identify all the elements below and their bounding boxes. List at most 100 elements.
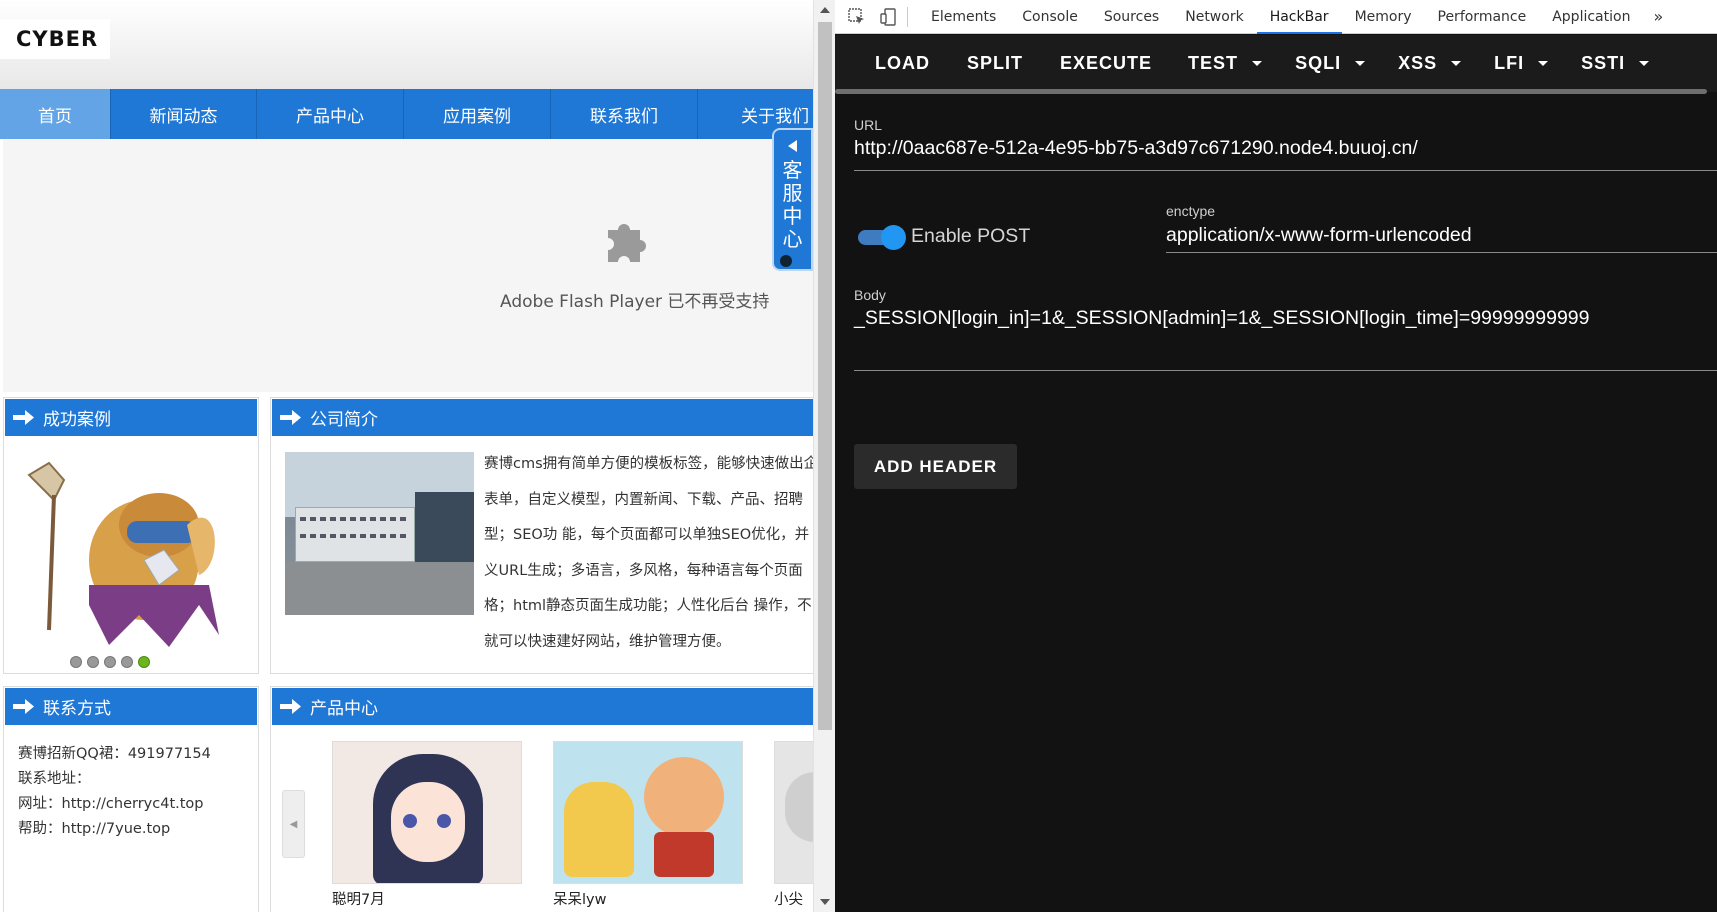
company-building-photo xyxy=(285,452,474,615)
lfi-dropdown[interactable]: LFI xyxy=(1494,35,1549,92)
service-char: 客 xyxy=(782,158,803,182)
arrow-right-icon xyxy=(13,410,34,425)
about-title-text: 公司简介 xyxy=(310,410,378,430)
nav-item-home[interactable]: 首页 xyxy=(0,89,111,139)
intro-line: 型；SEO功 能，每个页面都可以单独SEO优化，并 xyxy=(484,527,810,543)
contact-panel-title: 联系方式 xyxy=(5,688,257,725)
hackbar-toolbar: LOAD SPLIT EXECUTE TEST SQLI XSS LFI SST… xyxy=(835,35,1717,92)
service-char: 服 xyxy=(782,181,803,205)
page-scrollbar[interactable] xyxy=(813,0,835,912)
products-prev-button[interactable]: ◀ xyxy=(282,790,305,858)
devtools-panel: Elements Console Sources Network HackBar… xyxy=(835,0,1717,912)
url-input[interactable]: http://0aac687e-512a-4e95-bb75-a3d97c671… xyxy=(854,137,1418,160)
intro-line: 义URL生成；多语言，多风格，每种语言每个页面 xyxy=(484,562,803,579)
flash-banner xyxy=(3,139,813,392)
body-underline xyxy=(854,370,1717,371)
enable-post-label[interactable]: Enable POST xyxy=(911,225,1030,248)
split-button[interactable]: SPLIT xyxy=(967,35,1023,92)
execute-button[interactable]: EXECUTE xyxy=(1060,35,1152,92)
caret-down-icon xyxy=(1355,61,1366,66)
main-nav: 首页 新闻动态 产品中心 应用案例 联系我们 关于我们 xyxy=(0,89,813,139)
company-intro-text: 赛博cms拥有简单方便的模板标签，能够快速做出企 表单，自定义模型，内置新闻、下… xyxy=(484,447,813,660)
intro-line: 赛博cms拥有简单方便的模板标签，能够快速做出企 xyxy=(484,456,813,472)
tab-performance[interactable]: Performance xyxy=(1425,0,1540,34)
nav-item-cases[interactable]: 应用案例 xyxy=(404,89,551,139)
site-logo[interactable]: CYBER xyxy=(0,19,110,59)
products-panel-title: 产品中心 xyxy=(272,688,813,725)
devtools-tabbar: Elements Console Sources Network HackBar… xyxy=(835,0,1717,34)
nav-item-news[interactable]: 新闻动态 xyxy=(111,89,257,139)
tab-elements[interactable]: Elements xyxy=(918,0,1009,34)
website-viewport: CYBER 首页 新闻动态 产品中心 应用案例 联系我们 关于我们 Adobe … xyxy=(0,0,813,912)
toolbar-scrollbar[interactable] xyxy=(835,89,1707,94)
intro-line: 格；html静态页面生成功能；人性化后台 操作，不 xyxy=(484,598,812,614)
inspect-element-icon[interactable] xyxy=(847,7,867,27)
body-label: Body xyxy=(854,287,886,303)
about-panel-title: 公司简介 xyxy=(272,399,813,436)
cases-panel-title: 成功案例 xyxy=(5,399,257,436)
contact-line[interactable]: 网址：http://cherryc4t.top xyxy=(18,792,211,817)
products-title-text: 产品中心 xyxy=(310,699,378,719)
contact-line: 联系地址： xyxy=(18,771,91,787)
caret-down-icon xyxy=(1639,61,1650,66)
tab-sources[interactable]: Sources xyxy=(1091,0,1172,34)
site-header: CYBER xyxy=(0,0,813,89)
intro-line: 就可以快速建好网站，维护管理方便。 xyxy=(484,633,731,650)
intro-line: 表单，自定义模型，内置新闻、下载、产品、招聘 xyxy=(484,491,803,508)
slider-dot[interactable] xyxy=(87,656,99,668)
ssti-dropdown[interactable]: SSTI xyxy=(1581,35,1650,92)
plugin-puzzle-icon xyxy=(608,224,646,262)
service-char: 心 xyxy=(782,227,803,251)
caret-down-icon xyxy=(1451,61,1462,66)
contact-title-text: 联系方式 xyxy=(43,699,111,719)
product-caption[interactable]: 呆呆lyw xyxy=(553,888,606,909)
service-char: 中 xyxy=(782,204,803,228)
nav-item-contact[interactable]: 联系我们 xyxy=(551,89,698,139)
nav-item-products[interactable]: 产品中心 xyxy=(257,89,404,139)
tab-network[interactable]: Network xyxy=(1172,0,1256,34)
case-image-cartoon-bird[interactable] xyxy=(9,455,249,650)
product-image[interactable] xyxy=(553,741,743,884)
toolbar-divider xyxy=(907,6,908,27)
url-label: URL xyxy=(854,117,883,133)
cases-title-text: 成功案例 xyxy=(43,410,111,430)
tab-hackbar[interactable]: HackBar xyxy=(1256,0,1342,34)
customer-service-tab[interactable]: 客 服 中 心 xyxy=(772,128,813,271)
tab-console[interactable]: Console xyxy=(1009,0,1091,34)
slider-dot[interactable] xyxy=(104,656,116,668)
slider-dot[interactable] xyxy=(121,656,133,668)
url-underline xyxy=(854,170,1717,171)
flash-unsupported-message: Adobe Flash Player 已不再受支持 xyxy=(500,292,770,312)
slider-dot[interactable] xyxy=(70,656,82,668)
enable-post-toggle[interactable] xyxy=(858,225,906,250)
test-dropdown[interactable]: TEST xyxy=(1188,35,1263,92)
scroll-up-icon[interactable] xyxy=(820,7,830,13)
tab-memory[interactable]: Memory xyxy=(1342,0,1425,34)
caret-down-icon xyxy=(1252,61,1263,66)
product-caption[interactable]: 小尖尖 xyxy=(774,888,813,912)
enctype-underline xyxy=(1166,252,1717,253)
device-toolbar-icon[interactable] xyxy=(879,7,899,27)
slider-dot-active[interactable] xyxy=(138,656,150,668)
arrow-right-icon xyxy=(280,410,301,425)
tab-application[interactable]: Application xyxy=(1539,0,1643,34)
xss-dropdown[interactable]: XSS xyxy=(1398,35,1462,92)
product-image[interactable] xyxy=(774,741,813,884)
add-header-button[interactable]: ADD HEADER xyxy=(854,444,1017,489)
body-textarea[interactable]: _SESSION[login_in]=1&_SESSION[admin]=1&_… xyxy=(854,307,1590,330)
qq-icon[interactable] xyxy=(779,255,792,267)
slider-dots xyxy=(70,656,150,668)
product-image[interactable] xyxy=(332,741,522,884)
load-button[interactable]: LOAD xyxy=(875,35,930,92)
more-tabs-icon[interactable]: » xyxy=(1643,7,1673,26)
product-caption[interactable]: 聪明7月 xyxy=(332,888,385,909)
contact-line[interactable]: 帮助：http://7yue.top xyxy=(18,817,211,842)
sqli-dropdown[interactable]: SQLI xyxy=(1295,35,1366,92)
arrow-right-icon xyxy=(280,699,301,714)
scrollbar-thumb[interactable] xyxy=(818,22,832,730)
contact-line: 赛博招新QQ裙：491977154 xyxy=(18,746,211,762)
collapse-arrow-icon[interactable] xyxy=(788,140,797,152)
contact-info: 赛博招新QQ裙：491977154 联系地址： 网址：http://cherry… xyxy=(18,742,211,842)
scroll-down-icon[interactable] xyxy=(820,899,830,905)
enctype-select[interactable]: application/x-www-form-urlencoded xyxy=(1166,224,1472,247)
